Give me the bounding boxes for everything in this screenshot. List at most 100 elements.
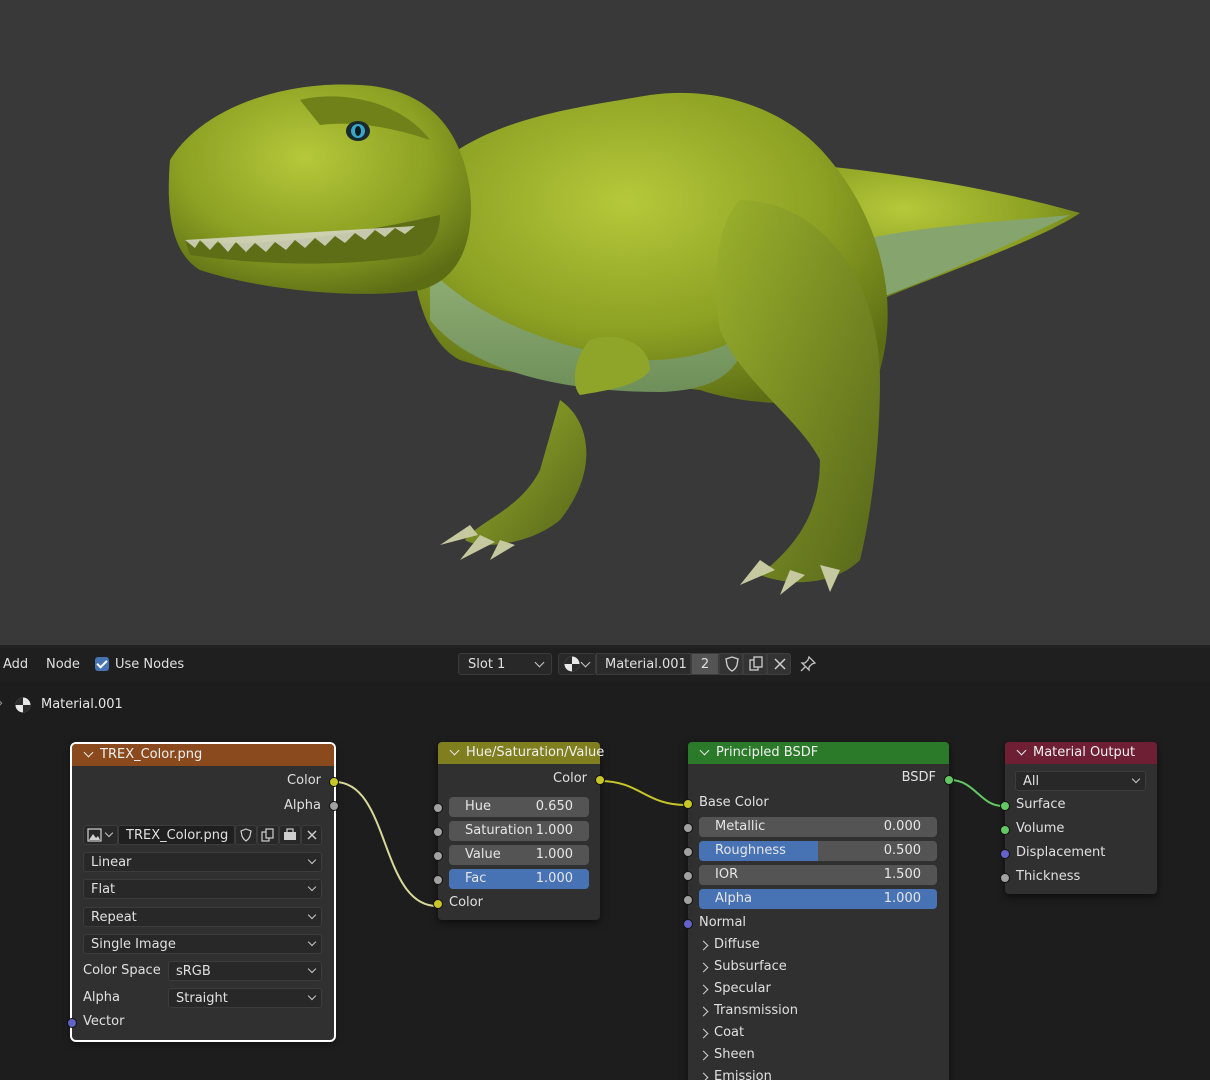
collapse-toggle-icon[interactable] bbox=[699, 745, 710, 756]
socket-input-fac[interactable] bbox=[433, 875, 443, 885]
chevron-down-icon bbox=[307, 991, 317, 1001]
input-volume-label: Volume bbox=[1016, 821, 1065, 836]
duplicate-icon bbox=[261, 828, 274, 842]
fake-user-button[interactable] bbox=[719, 653, 743, 675]
material-name-field[interactable]: Material.001 bbox=[596, 653, 691, 675]
panel-coat[interactable]: Coat bbox=[698, 1025, 929, 1043]
field-label: Value bbox=[465, 847, 501, 862]
duplicate-image-button[interactable] bbox=[257, 825, 279, 845]
pack-image-button[interactable] bbox=[279, 825, 301, 845]
socket-output-alpha[interactable] bbox=[329, 801, 339, 811]
chevron-down-icon bbox=[307, 855, 317, 865]
socket-input-vector[interactable] bbox=[67, 1018, 77, 1028]
alpha-field[interactable]: Alpha 1.000 bbox=[699, 889, 937, 909]
menu-node[interactable]: Node bbox=[46, 657, 80, 672]
link-image-to-hsv bbox=[334, 781, 438, 907]
principled-bsdf-node[interactable]: Principled BSDF BSDF Base Color Metallic… bbox=[683, 742, 954, 1080]
chevron-down-icon bbox=[534, 657, 545, 668]
socket-input-normal[interactable] bbox=[683, 919, 693, 929]
pin-icon[interactable] bbox=[799, 655, 817, 673]
value-field[interactable]: Value 1.000 bbox=[449, 845, 589, 865]
node-header[interactable]: Principled BSDF bbox=[688, 742, 949, 764]
fake-user-button[interactable] bbox=[235, 825, 257, 845]
use-nodes-label: Use Nodes bbox=[115, 657, 185, 672]
panel-subsurface[interactable]: Subsurface bbox=[698, 959, 929, 977]
chevron-down-icon bbox=[307, 964, 317, 974]
socket-input-metallic[interactable] bbox=[683, 823, 693, 833]
use-nodes-checkbox[interactable] bbox=[95, 657, 109, 671]
socket-input-color[interactable] bbox=[433, 899, 443, 909]
hue-field[interactable]: Hue 0.650 bbox=[449, 797, 589, 817]
socket-input-roughness[interactable] bbox=[683, 847, 693, 857]
output-alpha-label: Alpha bbox=[284, 798, 321, 813]
material-browse-button[interactable] bbox=[558, 653, 596, 675]
panel-specular[interactable]: Specular bbox=[698, 981, 929, 999]
user-count-button[interactable]: 2 bbox=[691, 653, 719, 675]
fac-field[interactable]: Fac 1.000 bbox=[449, 869, 589, 889]
socket-input-volume[interactable] bbox=[1000, 825, 1010, 835]
color-space-label: Color Space bbox=[83, 963, 161, 978]
input-displacement-label: Displacement bbox=[1016, 845, 1106, 860]
panel-transmission[interactable]: Transmission bbox=[698, 1003, 929, 1021]
node-title: Principled BSDF bbox=[716, 745, 819, 760]
chevron-down-icon bbox=[307, 937, 317, 947]
3d-viewport[interactable] bbox=[0, 0, 1210, 645]
chevron-right-icon bbox=[698, 984, 709, 995]
image-browse-button[interactable] bbox=[83, 825, 118, 845]
target-dropdown[interactable]: All bbox=[1015, 771, 1146, 791]
panel-emission[interactable]: Emission bbox=[698, 1069, 929, 1080]
material-output-node[interactable]: Material Output All Surface Volume Displ… bbox=[1000, 742, 1157, 894]
socket-output-color[interactable] bbox=[329, 777, 339, 787]
metallic-field[interactable]: Metallic 0.000 bbox=[699, 817, 937, 837]
duplicate-icon bbox=[749, 656, 763, 671]
input-base-color-label: Base Color bbox=[699, 795, 769, 810]
trex-model bbox=[168, 84, 1080, 595]
shader-node-editor[interactable]: Add Node Use Nodes Slot 1 Material.001 2 bbox=[0, 648, 1210, 1080]
saturation-field[interactable]: Saturation 1.000 bbox=[449, 821, 589, 841]
node-header[interactable]: Material Output bbox=[1005, 742, 1157, 764]
panel-diffuse[interactable]: Diffuse bbox=[698, 937, 929, 955]
chevron-right-icon bbox=[698, 1028, 709, 1039]
alpha-mode-dropdown[interactable]: Straight bbox=[168, 988, 322, 1008]
field-value: 1.000 bbox=[535, 823, 573, 838]
unlink-image-button[interactable] bbox=[301, 825, 322, 845]
color-space-dropdown[interactable]: sRGB bbox=[168, 961, 322, 981]
socket-input-thickness[interactable] bbox=[1000, 873, 1010, 883]
slot-dropdown[interactable]: Slot 1 bbox=[458, 653, 552, 675]
socket-input-ior[interactable] bbox=[683, 871, 693, 881]
socket-input-saturation[interactable] bbox=[433, 827, 443, 837]
ior-field[interactable]: IOR 1.500 bbox=[699, 865, 937, 885]
roughness-field[interactable]: Roughness 0.500 bbox=[699, 841, 937, 861]
socket-output-bsdf[interactable] bbox=[944, 775, 954, 785]
socket-input-hue[interactable] bbox=[433, 803, 443, 813]
image-name-field[interactable]: TREX_Color.png bbox=[118, 825, 235, 845]
projection-dropdown[interactable]: Flat bbox=[83, 879, 322, 899]
menu-add[interactable]: Add bbox=[3, 657, 28, 672]
node-header[interactable]: TREX_Color.png bbox=[72, 744, 334, 766]
collapse-toggle-icon[interactable] bbox=[1016, 745, 1027, 756]
socket-output-color[interactable] bbox=[595, 775, 605, 785]
socket-input-displacement[interactable] bbox=[1000, 849, 1010, 859]
chevron-down-icon bbox=[307, 910, 317, 920]
panel-label: Coat bbox=[714, 1025, 745, 1040]
socket-input-alpha[interactable] bbox=[683, 895, 693, 905]
image-texture-node[interactable]: TREX_Color.png Color Alpha TREX_Color.pn… bbox=[67, 742, 339, 1042]
extension-dropdown[interactable]: Repeat bbox=[83, 907, 322, 927]
socket-input-base-color[interactable] bbox=[683, 799, 693, 809]
hsv-node[interactable]: Hue/Saturation/Value Color Hue 0.650 Sat… bbox=[433, 742, 605, 920]
unlink-material-button[interactable] bbox=[767, 653, 791, 675]
duplicate-material-button[interactable] bbox=[743, 653, 767, 675]
link-hsv-to-bsdf bbox=[599, 780, 687, 806]
panel-sheen[interactable]: Sheen bbox=[698, 1047, 929, 1065]
chevron-right-icon bbox=[698, 1006, 709, 1017]
node-header[interactable]: Hue/Saturation/Value bbox=[438, 742, 604, 764]
socket-input-surface[interactable] bbox=[1000, 801, 1010, 811]
source-dropdown[interactable]: Single Image bbox=[83, 934, 322, 954]
field-label: Metallic bbox=[715, 819, 766, 834]
field-label: Roughness bbox=[715, 843, 786, 858]
breadcrumb: › Material.001 bbox=[0, 696, 300, 716]
socket-input-value[interactable] bbox=[433, 851, 443, 861]
collapse-toggle-icon[interactable] bbox=[83, 747, 94, 758]
interpolation-dropdown[interactable]: Linear bbox=[83, 852, 322, 872]
collapse-toggle-icon[interactable] bbox=[449, 745, 460, 756]
